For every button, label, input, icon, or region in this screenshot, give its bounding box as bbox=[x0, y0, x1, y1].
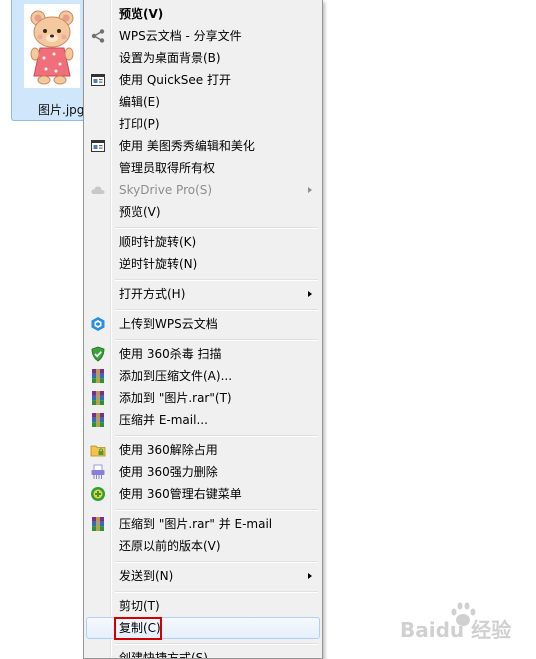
menu-item-wps-share[interactable]: WPS云文档 - 分享文件 bbox=[86, 25, 320, 47]
baidu-watermark: Baidu 经验 bbox=[400, 600, 520, 642]
shield-icon bbox=[91, 346, 105, 362]
menu-separator bbox=[115, 561, 318, 563]
menu-item-send-to[interactable]: 发送到(N) bbox=[86, 565, 320, 587]
menu-item-preview-2[interactable]: 预览(V) bbox=[86, 201, 320, 223]
menu-item-label: 添加到压缩文件(A)... bbox=[119, 369, 233, 383]
menu-item-360-force-delete[interactable]: 使用 360强力删除 bbox=[86, 461, 320, 483]
menu-item-take-ownership[interactable]: 管理员取得所有权 bbox=[86, 157, 320, 179]
menu-item-set-wallpaper[interactable]: 设置为桌面背景(B) bbox=[86, 47, 320, 69]
menu-item-label: 使用 360解除占用 bbox=[119, 443, 218, 457]
menu-item-rotate-ccw[interactable]: 逆时针旋转(N) bbox=[86, 253, 320, 275]
teddy-bear-thumbnail bbox=[24, 4, 80, 88]
winrar-icon bbox=[92, 413, 104, 427]
menu-item-label: 管理员取得所有权 bbox=[119, 161, 216, 175]
folder-lock-icon bbox=[90, 445, 106, 457]
menu-item-add-to-archive[interactable]: 添加到压缩文件(A)... bbox=[86, 365, 320, 387]
menu-item-edit[interactable]: 编辑(E) bbox=[86, 91, 320, 113]
menu-item-label: 发送到(N) bbox=[119, 569, 174, 583]
menu-item-label: 使用 360管理右键菜单 bbox=[119, 487, 242, 501]
menu-item-360-unlock[interactable]: 使用 360解除占用 bbox=[86, 439, 320, 461]
menu-separator bbox=[115, 339, 318, 341]
menu-item-label: 上传到WPS云文档 bbox=[119, 317, 218, 331]
menu-item-label: 剪切(T) bbox=[119, 599, 160, 613]
menu-separator bbox=[115, 591, 318, 593]
menu-item-label: 创建快捷方式(S) bbox=[119, 651, 208, 659]
menu-item-preview[interactable]: 预览(V) bbox=[86, 3, 320, 25]
menu-item-label: 顺时针旋转(K) bbox=[119, 235, 197, 249]
menu-item-label: 使用 360强力删除 bbox=[119, 465, 218, 479]
menu-item-label: 打印(P) bbox=[119, 117, 160, 131]
winrar-icon bbox=[92, 369, 104, 383]
menu-item-label: 打开方式(H) bbox=[119, 287, 186, 301]
menu-item-open-quicksee[interactable]: 使用 QuickSee 打开 bbox=[86, 69, 320, 91]
menu-item-cut[interactable]: 剪切(T) bbox=[86, 595, 320, 617]
menu-item-label: 使用 QuickSee 打开 bbox=[119, 73, 231, 87]
menu-item-compress-email[interactable]: 压缩并 E-mail... bbox=[86, 409, 320, 431]
menu-item-label: WPS云文档 - 分享文件 bbox=[119, 29, 242, 43]
menu-separator bbox=[115, 279, 318, 281]
menu-item-label: 设置为桌面背景(B) bbox=[119, 51, 221, 65]
menu-separator bbox=[115, 227, 318, 229]
shredder-icon bbox=[91, 464, 105, 479]
menu-item-compress-to-rar-email[interactable]: 压缩到 "图片.rar" 并 E-mail bbox=[86, 513, 320, 535]
menu-item-create-shortcut[interactable]: 创建快捷方式(S) bbox=[86, 647, 320, 659]
menu-item-label: 使用 360杀毒 扫描 bbox=[119, 347, 222, 361]
app-window-icon bbox=[91, 74, 105, 86]
menu-item-label: 压缩并 E-mail... bbox=[119, 413, 208, 427]
annotation-highlight-box bbox=[114, 617, 162, 640]
share-icon bbox=[91, 29, 105, 43]
submenu-arrow-icon bbox=[308, 187, 312, 193]
winrar-icon bbox=[92, 517, 104, 531]
submenu-arrow-icon bbox=[308, 573, 312, 579]
menu-item-label: 预览(V) bbox=[119, 7, 164, 21]
menu-item-open-meitu[interactable]: 使用 美图秀秀编辑和美化 bbox=[86, 135, 320, 157]
menu-item-upload-wps-cloud[interactable]: 上传到WPS云文档 bbox=[86, 313, 320, 335]
menu-item-rotate-cw[interactable]: 顺时针旋转(K) bbox=[86, 231, 320, 253]
menu-item-label: SkyDrive Pro(S) bbox=[119, 183, 213, 197]
cloud-icon bbox=[91, 186, 105, 194]
app-window-icon bbox=[91, 140, 105, 152]
menu-item-skydrive-pro[interactable]: SkyDrive Pro(S) bbox=[86, 179, 320, 201]
menu-separator bbox=[115, 509, 318, 511]
winrar-icon bbox=[92, 391, 104, 405]
menu-separator bbox=[115, 435, 318, 437]
menu-item-label: 添加到 "图片.rar"(T) bbox=[119, 391, 232, 405]
watermark-text: Baidu 经验 bbox=[400, 618, 512, 642]
context-menu: 预览(V) WPS云文档 - 分享文件 设置为桌面背景(B) 使用 QuickS… bbox=[83, 0, 323, 659]
menu-item-restore-previous[interactable]: 还原以前的版本(V) bbox=[86, 535, 320, 557]
menu-separator bbox=[115, 643, 318, 645]
menu-item-360-scan[interactable]: 使用 360杀毒 扫描 bbox=[86, 343, 320, 365]
menu-separator bbox=[115, 309, 318, 311]
file-name-label: 图片.jpg bbox=[38, 103, 85, 117]
menu-item-label: 逆时针旋转(N) bbox=[119, 257, 198, 271]
menu-item-label: 使用 美图秀秀编辑和美化 bbox=[119, 139, 255, 153]
menu-item-360-menu-manager[interactable]: 使用 360管理右键菜单 bbox=[86, 483, 320, 505]
wps-cloud-icon bbox=[91, 317, 105, 331]
menu-item-label: 压缩到 "图片.rar" 并 E-mail bbox=[119, 517, 273, 531]
file-icon-tile[interactable]: 图片.jpg bbox=[11, 0, 91, 121]
menu-item-add-to-rar[interactable]: 添加到 "图片.rar"(T) bbox=[86, 387, 320, 409]
menu-item-label: 还原以前的版本(V) bbox=[119, 539, 221, 553]
menu-item-label: 预览(V) bbox=[119, 205, 161, 219]
plus-circle-icon bbox=[91, 487, 105, 501]
submenu-arrow-icon bbox=[308, 291, 312, 297]
menu-item-label: 编辑(E) bbox=[119, 95, 160, 109]
menu-item-open-with[interactable]: 打开方式(H) bbox=[86, 283, 320, 305]
menu-item-print[interactable]: 打印(P) bbox=[86, 113, 320, 135]
